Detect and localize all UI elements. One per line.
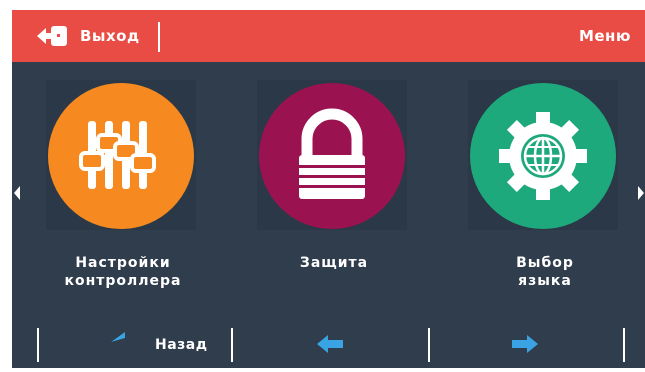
back-label: Назад — [155, 337, 208, 353]
tile-label-language: Выбор языка — [516, 255, 574, 289]
arrow-left-icon — [317, 335, 343, 353]
back-arrow-icon — [111, 332, 125, 342]
tile-label-protection: Защита — [299, 255, 369, 271]
gear-globe-icon — [499, 112, 587, 200]
controller-settings-circle[interactable] — [48, 83, 194, 229]
language-circle[interactable] — [470, 83, 616, 229]
exit-button[interactable]: Выход — [12, 10, 158, 62]
scroll-right-icon[interactable] — [636, 184, 645, 202]
lock-icon — [299, 108, 365, 199]
protection-circle[interactable] — [259, 83, 405, 229]
page-title: Меню — [578, 27, 631, 45]
header-divider — [158, 22, 160, 52]
exit-door-icon — [37, 26, 67, 46]
header-bar: Выход Меню — [12, 10, 645, 62]
exit-label: Выход — [80, 27, 140, 45]
footer-divider — [623, 328, 625, 362]
controller-screen: Выход Меню Настройки контроллера Защита … — [12, 10, 645, 368]
next-button[interactable] — [430, 322, 620, 368]
tile-label-controller-settings: Настройки контроллера — [64, 255, 182, 289]
back-button[interactable]: Назад — [39, 322, 229, 368]
scroll-left-icon[interactable] — [12, 184, 22, 202]
footer-bar: Назад — [12, 322, 645, 368]
previous-button[interactable] — [233, 322, 423, 368]
arrow-right-icon — [512, 335, 538, 353]
sliders-icon — [79, 121, 156, 189]
